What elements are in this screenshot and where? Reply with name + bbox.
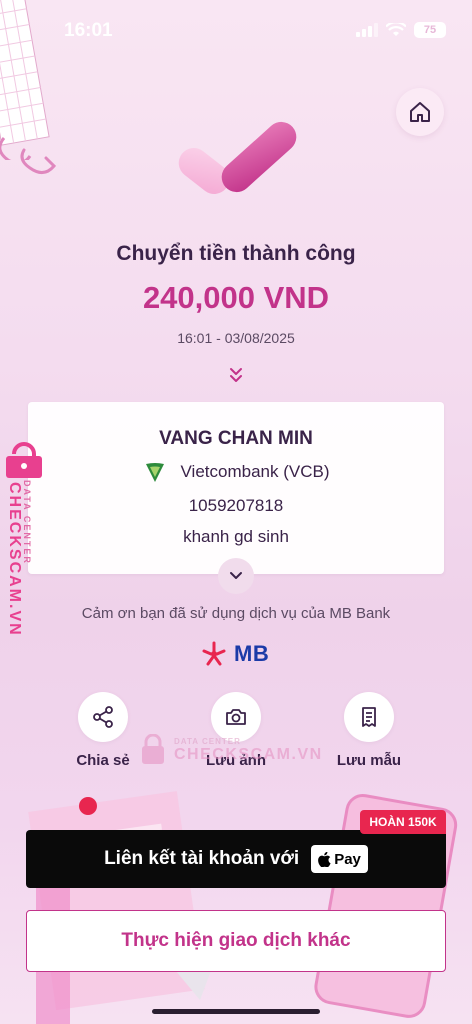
share-icon xyxy=(93,706,113,728)
mb-star-icon xyxy=(202,641,226,666)
apple-pay-banner-text: Liên kết tài khoản với xyxy=(104,848,300,869)
apple-pay-badge: Pay xyxy=(311,845,368,873)
bank-name: Vietcombank (VCB) xyxy=(180,462,330,481)
battery-indicator: 75 xyxy=(414,22,446,38)
home-indicator xyxy=(152,1009,320,1014)
signal-icon xyxy=(356,23,378,37)
apple-icon xyxy=(318,851,331,867)
other-transaction-button[interactable]: Thực hiện giao dịch khác xyxy=(26,910,446,972)
result-title: Chuyển tiền thành công xyxy=(116,242,356,265)
share-button[interactable] xyxy=(78,692,128,742)
watermark-center: DATA CENTER CHECKSCAM.VN xyxy=(140,734,323,766)
chevron-down-icon xyxy=(230,572,242,579)
camera-icon xyxy=(226,709,246,725)
transfer-amount: 240,000 VND xyxy=(142,280,330,315)
recipient-bank: Vietcombank (VCB) xyxy=(0,460,472,484)
expand-details-button[interactable] xyxy=(218,558,254,594)
decor-paper-clip xyxy=(20,148,57,174)
home-button[interactable] xyxy=(396,88,444,136)
watermark-center-text: DATA CENTER CHECKSCAM.VN xyxy=(174,737,323,764)
home-icon xyxy=(410,102,430,122)
account-number: 1059207818 xyxy=(188,496,284,515)
save-template-action[interactable]: Lưu mẫu xyxy=(314,692,424,769)
watermark-center-big: CHECKSCAM.VN xyxy=(174,745,323,763)
status-icons: 75 xyxy=(356,22,446,38)
check-icon xyxy=(178,121,297,195)
receipt-icon xyxy=(362,707,376,727)
mb-bank-logo: MB xyxy=(200,640,269,668)
watermark-side-small: DATA CENTER xyxy=(22,480,32,565)
status-bar: 16:01 75 xyxy=(0,0,472,62)
vietcombank-logo-icon xyxy=(145,463,164,482)
transfer-timestamp: 16:01 - 03/08/2025 xyxy=(177,330,295,346)
apple-pay-link-banner[interactable]: Liên kết tài khoản với Pay xyxy=(26,830,446,888)
cashback-ribbon: HOÀN 150K xyxy=(360,810,446,834)
chevron-double-down-icon xyxy=(230,368,242,382)
watermark-center-small: DATA CENTER xyxy=(174,736,241,746)
wifi-icon xyxy=(386,23,406,36)
save-template-button[interactable] xyxy=(344,692,394,742)
watermark-lock-icon xyxy=(142,734,164,764)
transfer-memo: khanh gd sinh xyxy=(183,527,289,546)
watermark-side-big: CHECKSCAM.VN xyxy=(6,482,23,637)
recipient-name: VANG CHAN MIN xyxy=(159,428,313,449)
decor-stationery-bottom xyxy=(28,791,458,1024)
thanks-message: Cảm ơn bạn đã sử dụng dịch vụ của MB Ban… xyxy=(81,605,391,622)
apple-pay-badge-text: Pay xyxy=(334,850,361,868)
status-time: 16:01 xyxy=(64,20,113,41)
save-template-label: Lưu mẫu xyxy=(336,752,402,769)
mb-logo-text: MB xyxy=(234,641,270,666)
